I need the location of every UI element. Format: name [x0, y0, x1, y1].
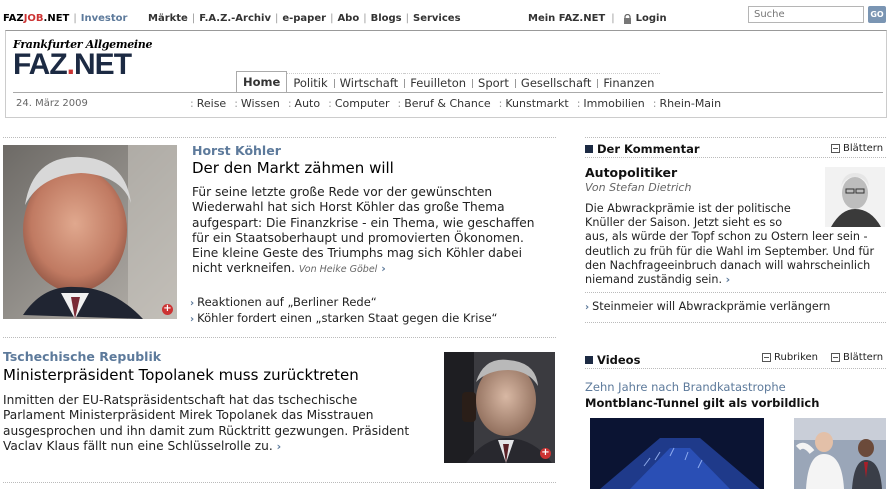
more-arrow-icon[interactable]: ›: [726, 273, 731, 287]
tab-finanzen[interactable]: Finanzen: [597, 73, 661, 93]
list-icon: [762, 353, 771, 362]
article2-kicker[interactable]: Tschechische Republik: [3, 349, 161, 364]
tab-sport[interactable]: Sport: [472, 73, 515, 93]
article1-author: Von Heike Göbel: [298, 264, 378, 276]
enlarge-icon[interactable]: +: [540, 448, 551, 459]
nav-auto[interactable]: Auto: [284, 97, 324, 110]
enlarge-icon[interactable]: +: [162, 304, 173, 315]
link-blogs[interactable]: Blogs: [371, 13, 402, 24]
videos-rule: [585, 368, 886, 369]
arrow-icon: ›: [190, 298, 195, 309]
article2-headline[interactable]: Ministerpräsident Topolanek muss zurückt…: [3, 366, 359, 384]
account-links: Mein FAZ.NET | Login: [528, 13, 667, 24]
bullet-square-icon: [585, 356, 593, 364]
login-link[interactable]: Login: [636, 13, 667, 24]
related-link-1[interactable]: › Reaktionen auf „Berliner Rede“: [190, 295, 377, 309]
nav-immobilien[interactable]: Immobilien: [573, 97, 649, 110]
sidebar-mid-rule: [585, 322, 886, 323]
videos-header: Videos: [585, 353, 640, 367]
link-epaper[interactable]: e-paper: [282, 13, 326, 24]
link-abo[interactable]: Abo: [337, 13, 359, 24]
kommentar-header: Der Kommentar: [585, 142, 700, 156]
nav-wissen[interactable]: Wissen: [230, 97, 284, 110]
related-link-2[interactable]: › Köhler fordert einen „starken Staat geg…: [190, 311, 498, 325]
nav-kunstmarkt[interactable]: Kunstmarkt: [495, 97, 573, 110]
brand-links: FAZJOB.NET | Investor: [3, 13, 128, 24]
current-date: 24. März 2009: [16, 98, 88, 109]
kommentar-blaettern-button[interactable]: Blättern: [831, 143, 883, 154]
site-header: Frankfurter Allgemeine FAZ.NET Home Poli…: [5, 30, 887, 118]
nav-divider: [13, 92, 883, 93]
search-go-button[interactable]: GO: [868, 6, 886, 23]
article2-bottom-rule: [3, 482, 556, 483]
content-top-rule: [3, 137, 556, 138]
faz-logo[interactable]: Frankfurter Allgemeine FAZ.NET: [13, 38, 152, 80]
koehler-photo[interactable]: +: [3, 145, 177, 319]
nav-rhein-main[interactable]: Rhein-Main: [649, 97, 725, 110]
tab-wirtschaft[interactable]: Wirtschaft: [333, 73, 405, 93]
steinmeier-link[interactable]: › Steinmeier will Abwrackprämie verlänger…: [585, 300, 830, 313]
link-archiv[interactable]: F.A.Z.-Archiv: [199, 13, 271, 24]
bullet-square-icon: [585, 145, 593, 153]
fazjob-link[interactable]: FAZJOB.NET: [3, 13, 69, 24]
kommentar-rule: [585, 157, 886, 158]
nav-computer[interactable]: Computer: [324, 97, 393, 110]
article1-headline[interactable]: Der den Markt zähmen will: [192, 159, 394, 177]
sidebar-top-rule: [585, 137, 886, 138]
video-thumbnail-pope[interactable]: [794, 418, 886, 489]
tab-feuilleton[interactable]: Feuilleton: [404, 73, 473, 93]
article-divider: [3, 337, 556, 338]
video-thumbnail-tunnel[interactable]: [590, 418, 764, 489]
topolanek-photo[interactable]: +: [444, 352, 555, 463]
more-arrow-icon[interactable]: ›: [277, 439, 282, 454]
service-links: Märkte | F.A.Z.-Archiv | e-paper | Abo | Blo…: [148, 13, 461, 24]
nav-beruf[interactable]: Beruf & Chance: [394, 97, 495, 110]
more-arrow-icon[interactable]: ›: [381, 261, 386, 276]
comment-teaser: Die Abwrackprämie ist der politische Knü…: [585, 202, 875, 287]
video-headline[interactable]: Montblanc-Tunnel gilt als vorbildlich: [585, 396, 819, 410]
arrow-icon: ›: [190, 314, 195, 325]
videos-blaettern-button[interactable]: Blättern: [831, 352, 883, 363]
page-icon: [831, 353, 840, 362]
tab-gesellschaft[interactable]: Gesellschaft: [514, 73, 598, 93]
top-utility-bar: FAZJOB.NET | Investor Märkte | F.A.Z.-Arc…: [0, 0, 891, 32]
page-icon: [831, 144, 840, 153]
link-services[interactable]: Services: [413, 13, 461, 24]
investor-link[interactable]: Investor: [81, 13, 128, 24]
article1-teaser: Für seine letzte große Rede vor der gewü…: [192, 185, 535, 276]
comment-author: Von Stefan Dietrich: [585, 181, 692, 194]
videos-rubriken-button[interactable]: Rubriken: [762, 352, 818, 363]
mein-faz-link[interactable]: Mein FAZ.NET: [528, 13, 605, 24]
article1-kicker[interactable]: Horst Köhler: [192, 143, 281, 158]
article2-teaser: Inmitten der EU-Ratspräsidentschaft hat …: [3, 393, 410, 454]
comment-link-rule: [585, 292, 886, 293]
secondary-nav: Reise Wissen Auto Computer Beruf & Chanc…: [186, 97, 725, 110]
arrow-icon: ›: [585, 302, 590, 313]
lock-icon: [623, 13, 632, 24]
tab-home[interactable]: Home: [236, 71, 288, 93]
video-kicker[interactable]: Zehn Jahre nach Brandkatastrophe: [585, 380, 786, 394]
tab-politik[interactable]: Politik: [287, 73, 334, 93]
primary-nav: Home Politik Wirtschaft Feuilleton Sport…: [236, 71, 661, 93]
search-input[interactable]: [748, 6, 864, 23]
comment-title[interactable]: Autopolitiker: [585, 165, 677, 180]
link-maerkte[interactable]: Märkte: [148, 13, 188, 24]
nav-reise[interactable]: Reise: [186, 97, 230, 110]
